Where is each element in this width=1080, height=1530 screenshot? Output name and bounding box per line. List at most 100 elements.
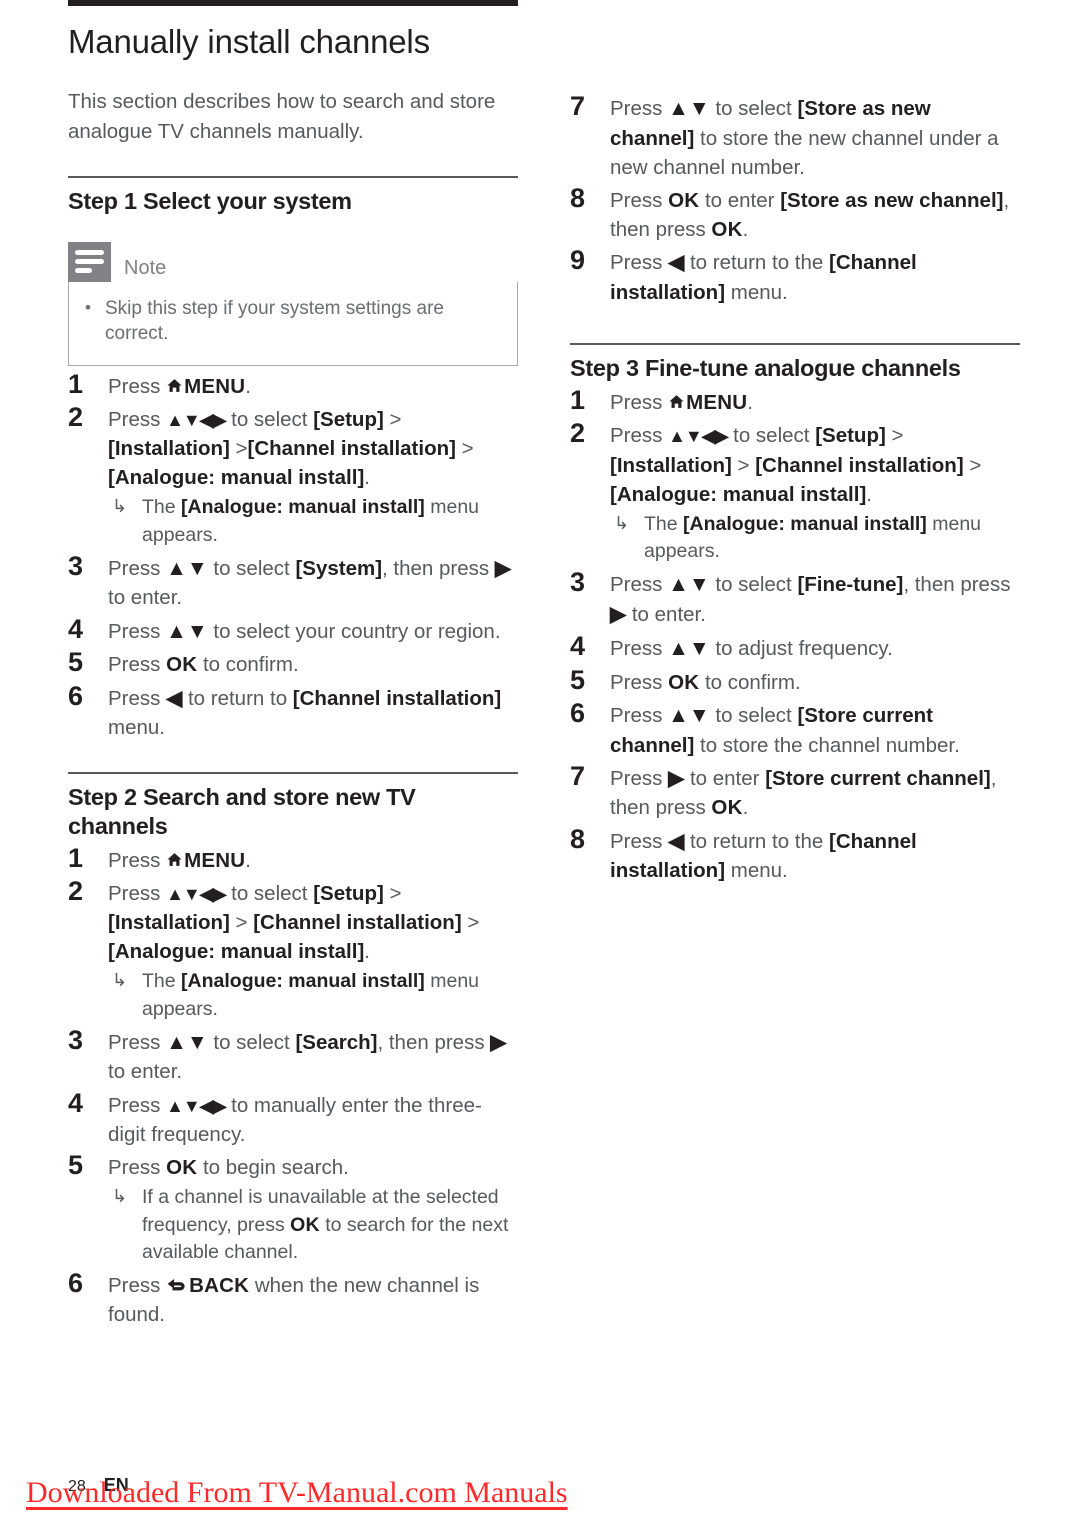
direction-pad-icon: ▶ xyxy=(494,556,511,580)
step-text-run: to select xyxy=(709,573,798,597)
step-number: 1 xyxy=(570,385,586,416)
step-number: 2 xyxy=(570,418,586,449)
menu-term: [Channel installation] xyxy=(292,686,502,710)
step-text-run: . xyxy=(742,796,749,820)
step-item: 6 Press ◀ to return to [Channel installat… xyxy=(68,681,518,743)
step-number: 2 xyxy=(68,875,84,906)
step-result: ↳ If a channel is unavailable at the sele… xyxy=(108,1184,518,1267)
step-instruction: Press ▲▼ to adjust frequency. xyxy=(610,634,1020,664)
step-number: 8 xyxy=(570,823,586,854)
step-text-run: to enter. xyxy=(108,1060,183,1084)
step-text-run: to adjust frequency. xyxy=(709,636,893,660)
step-item: 8 Press ◀ to return to the [Channel insta… xyxy=(570,824,1020,886)
menu-term: [Setup] xyxy=(313,407,384,431)
key-label: OK xyxy=(668,189,700,213)
direction-pad-icon: ▶ xyxy=(490,1030,507,1054)
step1-rule xyxy=(68,176,518,179)
step-text-run: Press xyxy=(610,636,669,660)
step-text-run: to enter. xyxy=(108,586,183,610)
step-text-run: to return to the xyxy=(684,251,829,275)
menu-term: [Analogue: manual install] xyxy=(181,496,425,519)
step-text-run: menu. xyxy=(108,716,165,740)
result-text: If a channel is unavailable at the selec… xyxy=(142,1184,518,1267)
step-number: 9 xyxy=(570,245,586,276)
step-text-run: The xyxy=(142,970,182,993)
step-number: 4 xyxy=(68,613,84,644)
step-item: 6 Press ▲▼ to select [Store current chann… xyxy=(570,698,1020,760)
step-text-run: to enter xyxy=(684,766,766,790)
key-label: OK xyxy=(166,1155,198,1179)
step-text-run: menu. xyxy=(725,859,788,883)
menu-term: [Channel installation] xyxy=(247,437,456,461)
step-instruction: Press ▲▼◀▶ to manually enter the three-d… xyxy=(108,1091,518,1149)
step2-list: 1 Press MENU. 2 Press ▲▼◀▶ to select [Setup… xyxy=(68,843,518,1329)
step-item: 7 Press ▲▼ to select [Store as new channe… xyxy=(570,91,1020,182)
step-text-run: to return to the xyxy=(684,829,829,853)
step-item: 3 Press ▲▼ to select [Search], then press… xyxy=(68,1025,518,1087)
direction-pad-icon: ▲▼◀▶ xyxy=(166,409,226,430)
step-number: 2 xyxy=(68,401,84,432)
result-arrow-icon: ↳ xyxy=(112,1185,128,1206)
step-instruction: Press ◀ to return to the [Channel instal… xyxy=(610,248,1020,307)
result-arrow-icon: ↳ xyxy=(112,970,128,991)
step-instruction: Press ▲▼ to select [Search], then press … xyxy=(108,1028,518,1087)
key-label: OK xyxy=(166,653,198,677)
step-text-run: Press xyxy=(108,407,167,431)
step-number: 5 xyxy=(68,647,84,678)
step-text-run: Press xyxy=(610,424,669,448)
menu-term: [Search] xyxy=(295,1030,378,1054)
step-item: 2 Press ▲▼◀▶ to select [Setup] > [Install… xyxy=(570,418,1020,566)
home-icon xyxy=(167,852,182,866)
step-item: 2 Press ▲▼◀▶ to select [Setup] > [Install… xyxy=(68,876,518,1024)
step-text-run: . xyxy=(245,848,251,872)
step-text-run: . xyxy=(866,482,872,506)
step-number: 6 xyxy=(68,680,84,711)
step-instruction: Press MENU. xyxy=(108,372,518,401)
step-text-run: to select xyxy=(709,97,798,120)
direction-pad-icon: ▲▼◀▶ xyxy=(166,1095,226,1116)
step-item: 6 Press BACK when the new channel is foun… xyxy=(68,1268,518,1329)
direction-pad-icon: ◀ xyxy=(668,251,685,275)
step-text-run: to select xyxy=(207,556,296,580)
menu-term: [Analogue: manual install] xyxy=(683,512,927,535)
direction-pad-icon: ▶ xyxy=(668,766,685,790)
step-text-run: . xyxy=(747,391,753,415)
step-number: 7 xyxy=(570,91,586,121)
step-text-run: > xyxy=(383,881,402,905)
step-text-run: Press xyxy=(108,619,167,643)
step1-heading: Step 1 Select your system xyxy=(68,188,352,215)
title-rule xyxy=(68,0,518,6)
step-instruction: Press MENU. xyxy=(610,388,1020,417)
direction-pad-icon: ▶ xyxy=(610,602,627,626)
menu-term: [Analogue: manual install] xyxy=(610,482,867,506)
step-item: 1 Press MENU. xyxy=(570,385,1020,417)
direction-pad-icon: ▲▼◀▶ xyxy=(166,883,226,904)
step-instruction: Press ▲▼◀▶ to select [Setup] > [Installa… xyxy=(610,421,1020,508)
step-number: 3 xyxy=(570,567,586,598)
step-instruction: Press OK to confirm. xyxy=(610,668,1020,697)
step3-rule xyxy=(570,343,1020,346)
step-text-run: Press xyxy=(610,829,669,853)
step-text-run: > xyxy=(885,424,904,448)
key-label: OK xyxy=(711,218,743,242)
step-text-run: Press xyxy=(610,391,669,415)
key-label: OK xyxy=(711,796,743,820)
menu-term: [Analogue: manual install] xyxy=(108,466,365,490)
menu-term: [Channel installation] xyxy=(253,911,462,935)
step-text-run: to select your country or region. xyxy=(207,619,501,643)
step-item: 4 Press ▲▼ to adjust frequency. xyxy=(570,631,1020,664)
step-text-run: Press xyxy=(610,189,669,213)
step-number: 3 xyxy=(68,1024,84,1055)
left-column: Manually install channels This section d… xyxy=(68,0,518,1329)
note-tab-row: Note xyxy=(68,241,518,282)
step-text-run: > xyxy=(455,437,474,461)
direction-pad-icon: ▲▼ xyxy=(166,1030,208,1054)
step-text-run: Press xyxy=(108,556,167,580)
direction-pad-icon: ▲▼ xyxy=(668,703,710,727)
step-item: 2 Press ▲▼◀▶ to select [Setup] > [Install… xyxy=(68,402,518,550)
menu-term: [Fine-tune] xyxy=(797,573,904,597)
result-text: The [Analogue: manual install] menu appe… xyxy=(644,511,1020,566)
step-text-run: Press xyxy=(108,1030,167,1054)
step-instruction: Press OK to begin search. xyxy=(108,1153,518,1182)
watermark-text: Downloaded From TV-Manual.com Manuals xyxy=(26,1476,568,1509)
